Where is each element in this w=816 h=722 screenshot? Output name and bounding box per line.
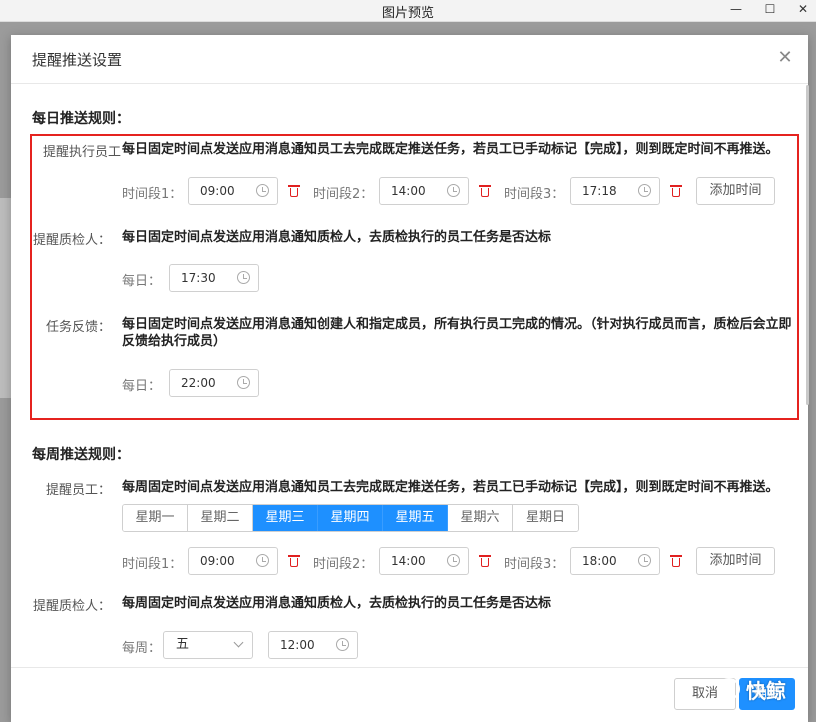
window-titlebar: 图片预览 — ☐ ✕	[0, 0, 816, 22]
clock-icon	[237, 271, 250, 284]
window-title: 图片预览	[381, 6, 434, 21]
weekly-slot1-label: 时间段1：	[122, 557, 183, 572]
daily-slot2-value: 14:00	[391, 184, 426, 198]
watermark: 快鲸	[718, 673, 786, 705]
clock-icon	[447, 554, 460, 567]
daily-slot1-time-input[interactable]: 09:00	[188, 177, 278, 205]
feedback-time-value: 22:00	[181, 376, 216, 390]
daily-inspector-description: 每日固定时间点发送应用消息通知质检人，去质检执行的员工任务是否达标	[122, 230, 552, 245]
daily-inspector-time-value: 17:30	[181, 271, 216, 285]
weekly-inspector-time-value: 12:00	[280, 638, 315, 652]
daily-slot3-time-input[interactable]: 17:18	[570, 177, 660, 205]
weekly-day-label: 每周：	[122, 641, 162, 656]
delete-weekly-slot2-icon[interactable]	[479, 554, 491, 568]
weekly-day-select[interactable]: 五	[163, 631, 253, 659]
daily-slot3-label: 时间段3：	[504, 187, 565, 202]
dialog-header: 提醒推送设置 ✕	[11, 35, 808, 84]
weekly-slot2-label: 时间段2：	[313, 557, 374, 572]
watermark-text: 快鲸	[746, 678, 786, 703]
weekday-sat[interactable]: 星期六	[448, 505, 513, 531]
executor-description: 每日固定时间点发送应用消息通知员工去完成既定推送任务，若员工已手动标记【完成】，…	[122, 142, 779, 157]
dialog-close-icon[interactable]: ✕	[773, 46, 797, 70]
window-close-button[interactable]: ✕	[790, 0, 816, 20]
weekday-sun[interactable]: 星期日	[513, 505, 578, 531]
weekday-mon[interactable]: 星期一	[123, 505, 188, 531]
clock-icon	[336, 638, 349, 651]
daily-rules-title: 每日推送规则：	[32, 111, 130, 127]
executor-label: 提醒执行员工	[42, 145, 121, 160]
feedback-label: 任务反馈：	[45, 320, 111, 335]
feedback-time-input[interactable]: 22:00	[169, 369, 259, 397]
feedback-time-label: 每日：	[122, 379, 162, 394]
daily-slot1-label: 时间段1：	[122, 187, 183, 202]
whale-logo-icon	[718, 678, 740, 700]
weekly-inspector-label: 提醒质检人：	[32, 599, 111, 614]
clock-icon	[256, 554, 269, 567]
clock-icon	[638, 554, 651, 567]
clock-icon	[256, 184, 269, 197]
dialog-scrollbar[interactable]	[806, 85, 809, 405]
weekly-employee-label: 提醒员工：	[45, 483, 111, 498]
daily-slot2-time-input[interactable]: 14:00	[379, 177, 469, 205]
delete-slot1-icon[interactable]	[288, 184, 300, 198]
delete-weekly-slot3-icon[interactable]	[670, 554, 682, 568]
daily-add-time-button[interactable]: 添加时间	[696, 177, 775, 205]
delete-weekly-slot1-icon[interactable]	[288, 554, 300, 568]
weekday-thu[interactable]: 星期四	[318, 505, 383, 531]
weekly-slot2-value: 14:00	[391, 554, 426, 568]
dialog-footer: 取消 确定	[11, 667, 808, 722]
dialog-title: 提醒推送设置	[32, 51, 123, 69]
weekly-day-value: 五	[176, 637, 190, 652]
weekly-slot3-time-input[interactable]: 18:00	[570, 547, 660, 575]
weekly-slot2-time-input[interactable]: 14:00	[379, 547, 469, 575]
weekly-employee-description: 每周固定时间点发送应用消息通知员工去完成既定推送任务，若员工已手动标记【完成】，…	[122, 480, 779, 495]
maximize-button[interactable]: ☐	[757, 0, 783, 20]
weekly-slot3-value: 18:00	[582, 554, 617, 568]
minimize-button[interactable]: —	[723, 0, 749, 20]
weekly-slot1-time-input[interactable]: 09:00	[188, 547, 278, 575]
weekday-wed[interactable]: 星期三	[253, 505, 318, 531]
delete-slot3-icon[interactable]	[670, 184, 682, 198]
daily-slot2-label: 时间段2：	[313, 187, 374, 202]
clock-icon	[237, 376, 250, 389]
weekly-slot1-value: 09:00	[200, 554, 235, 568]
daily-inspector-label: 提醒质检人：	[32, 233, 111, 248]
weekday-fri[interactable]: 星期五	[383, 505, 448, 531]
delete-slot2-icon[interactable]	[479, 184, 491, 198]
weekly-add-time-button[interactable]: 添加时间	[696, 547, 775, 575]
feedback-description-line2: 反馈给执行成员）	[122, 334, 227, 349]
daily-inspector-time-input[interactable]: 17:30	[169, 264, 259, 292]
weekly-rules-title: 每周推送规则：	[32, 447, 130, 463]
weekly-slot3-label: 时间段3：	[504, 557, 565, 572]
daily-slot1-value: 09:00	[200, 184, 235, 198]
daily-inspector-time-label: 每日：	[122, 274, 162, 289]
daily-slot3-value: 17:18	[582, 184, 617, 198]
chevron-down-icon	[233, 637, 244, 648]
weekday-tue[interactable]: 星期二	[188, 505, 253, 531]
push-settings-dialog: 提醒推送设置 ✕ 每日推送规则： 提醒执行员工 每日固定时间点发送应用消息通知员…	[11, 35, 809, 722]
weekly-inspector-time-input[interactable]: 12:00	[268, 631, 358, 659]
clock-icon	[447, 184, 460, 197]
weekday-selector: 星期一 星期二 星期三 星期四 星期五 星期六 星期日	[122, 504, 579, 532]
clock-icon	[638, 184, 651, 197]
weekly-inspector-description: 每周固定时间点发送应用消息通知质检人，去质检执行的员工任务是否达标	[122, 596, 552, 611]
